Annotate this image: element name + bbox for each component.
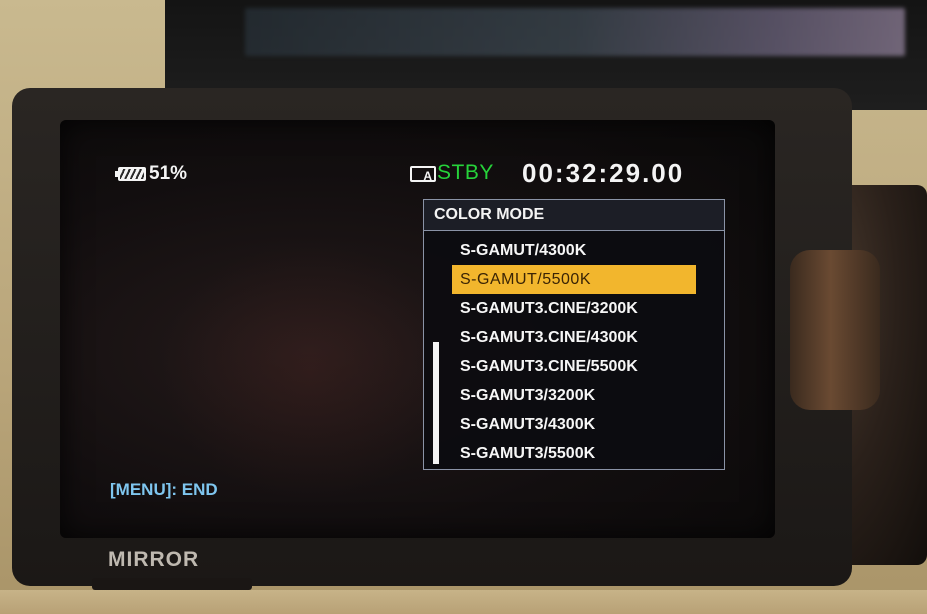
desk-surface <box>0 590 927 614</box>
menu-end-hint: [MENU]: END <box>110 480 218 499</box>
menu-item-sgamut-5500k[interactable]: S-GAMUT/5500K <box>452 265 696 294</box>
menu-item-sgamut3-3200k[interactable]: S-GAMUT3/3200K <box>452 381 704 410</box>
camera-bottom-slot <box>92 578 252 590</box>
mirror-label: MIRROR <box>108 548 200 571</box>
camera-knob <box>790 250 880 410</box>
menu-item-sgamut3-5500k[interactable]: S-GAMUT3/5500K <box>452 439 704 468</box>
color-mode-menu: COLOR MODE S-GAMUT/4300K S-GAMUT/5500K S… <box>423 199 725 470</box>
media-card-icon: A <box>410 166 436 183</box>
menu-item-sgamut3cine-4300k[interactable]: S-GAMUT3.CINE/4300K <box>452 323 704 352</box>
standby-status: STBY <box>437 161 494 184</box>
menu-list: S-GAMUT/4300K S-GAMUT/5500K S-GAMUT3.CIN… <box>452 236 704 468</box>
menu-item-sgamut3-4300k[interactable]: S-GAMUT3/4300K <box>452 410 704 439</box>
battery-percent: 51% <box>149 163 188 184</box>
monitor-glow <box>245 8 905 56</box>
menu-item-sgamut3cine-3200k[interactable]: S-GAMUT3.CINE/3200K <box>452 294 704 323</box>
timecode: 00:32:29.00 <box>522 158 685 188</box>
menu-item-sgamut3cine-5500k[interactable]: S-GAMUT3.CINE/5500K <box>452 352 704 381</box>
battery-indicator: 51% <box>115 163 188 185</box>
menu-item-sgamut-4300k[interactable]: S-GAMUT/4300K <box>452 236 704 265</box>
battery-icon <box>115 167 146 181</box>
menu-title: COLOR MODE <box>424 200 724 231</box>
menu-scrollbar[interactable] <box>433 342 439 464</box>
